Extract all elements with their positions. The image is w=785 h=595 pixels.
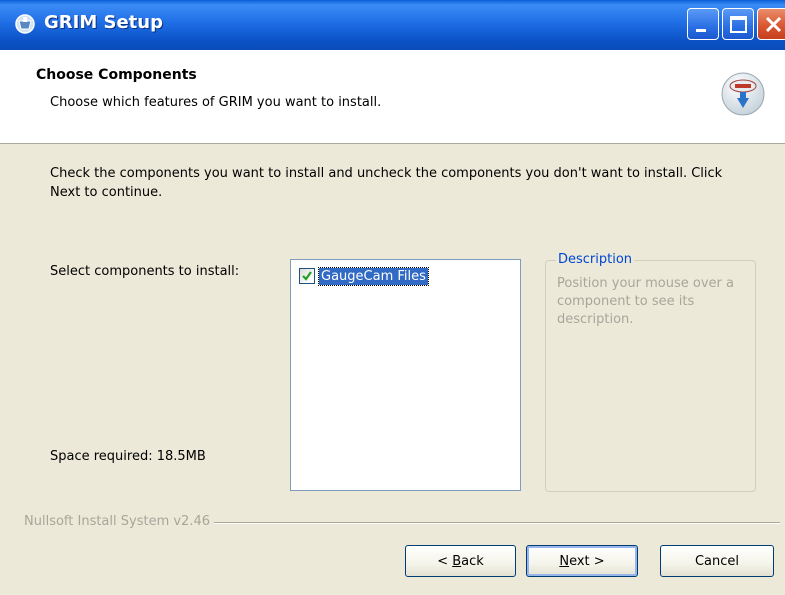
installer-app-icon (15, 14, 35, 34)
description-title: Description (556, 252, 635, 267)
checkmark-icon (302, 271, 312, 281)
next-button-rest: ext > (569, 553, 605, 569)
nsis-branding: Nullsoft Install System v2.46 (24, 514, 215, 529)
maximize-button[interactable] (722, 8, 754, 40)
page-subtitle: Choose which features of GRIM you want t… (50, 95, 382, 110)
component-checkbox[interactable] (299, 268, 315, 284)
back-button-accel: B (452, 553, 462, 569)
space-required-label: Space required: 18.5MB (50, 449, 206, 464)
next-button-accel: N (559, 553, 570, 569)
page-title: Choose Components (36, 67, 197, 83)
component-label[interactable]: GaugeCam Files (318, 266, 429, 286)
maximize-icon (730, 16, 747, 33)
title-bar[interactable]: GRIM Setup (0, 0, 785, 50)
components-list[interactable]: GaugeCam Files (290, 259, 521, 491)
select-components-label: Select components to install: (50, 264, 240, 279)
back-button-prefix: < (437, 553, 453, 569)
next-button[interactable]: Next > (526, 545, 638, 577)
back-button[interactable]: < Back (405, 545, 516, 577)
instructions-text: Check the components you want to install… (50, 166, 723, 200)
page-header: Choose Components Choose which features … (0, 50, 785, 144)
minimize-icon (696, 29, 706, 32)
minimize-button[interactable] (687, 8, 719, 40)
installer-logo-icon (721, 72, 765, 116)
cancel-button[interactable]: Cancel (660, 545, 774, 577)
close-icon (765, 16, 782, 33)
component-item-gaugecam-files[interactable]: GaugeCam Files (299, 265, 429, 287)
back-button-rest: ack (461, 553, 484, 569)
description-text: Position your mouse over a component to … (557, 276, 734, 327)
close-button[interactable] (757, 8, 785, 40)
window-title: GRIM Setup (44, 12, 163, 33)
